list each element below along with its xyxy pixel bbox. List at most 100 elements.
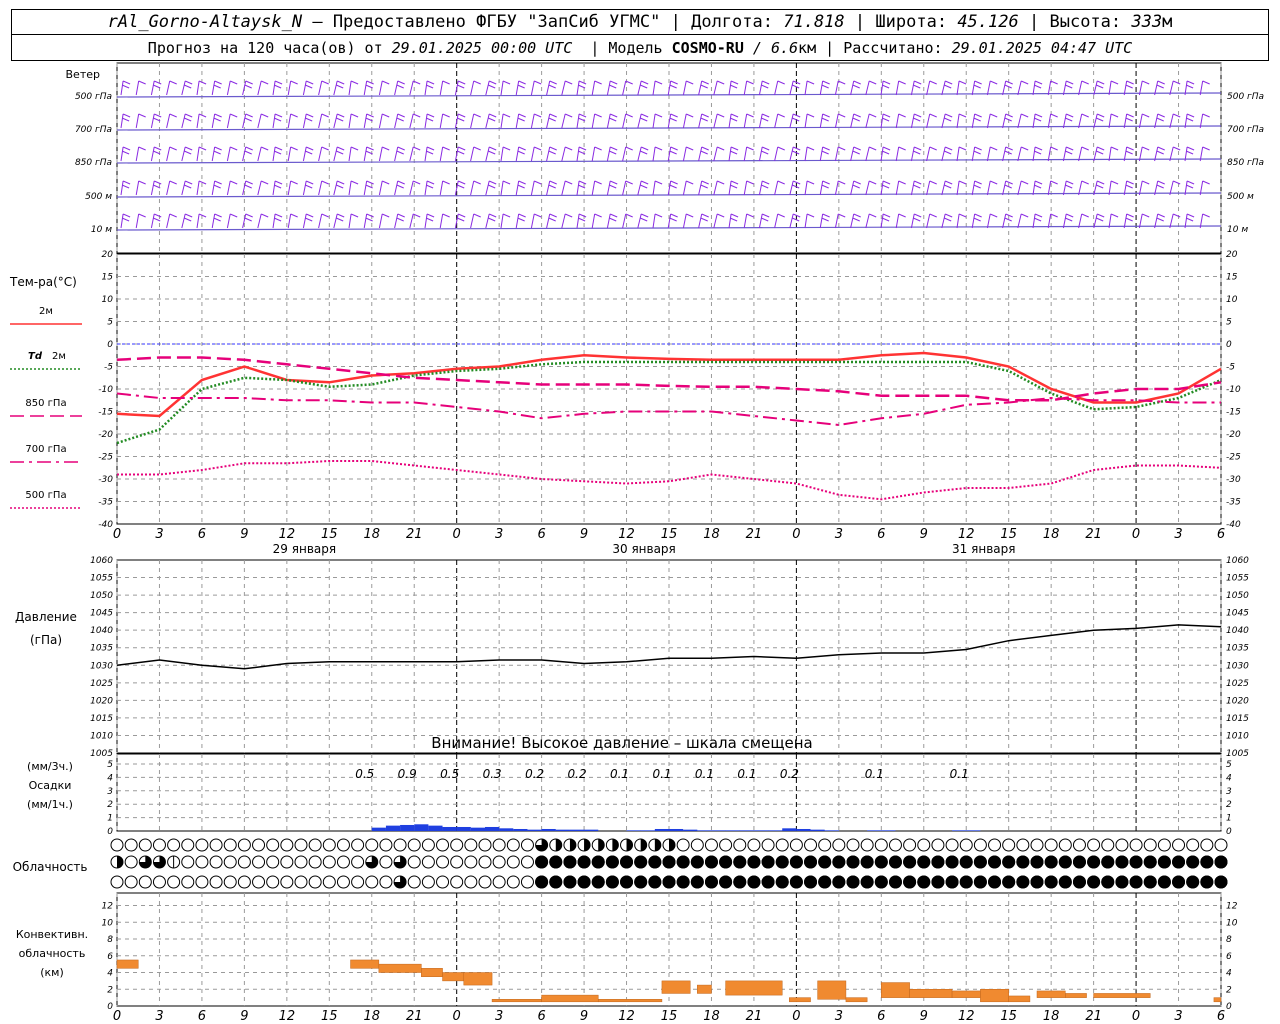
wind-barb-staff bbox=[546, 213, 551, 229]
wind-barb-flag bbox=[1021, 146, 1029, 151]
wind-barb-staff bbox=[850, 113, 855, 129]
cloud-cover-symbol bbox=[492, 855, 506, 869]
cloud-symbol-outline bbox=[1002, 838, 1016, 852]
wind-barb-flag bbox=[184, 150, 192, 155]
pressure-panel-ytick-right: 1030 bbox=[1226, 661, 1249, 671]
cloud-symbol-outline bbox=[167, 875, 181, 889]
precip-bar bbox=[584, 829, 599, 831]
cloud-cover-symbol bbox=[252, 855, 266, 869]
cloud-symbol-fill bbox=[577, 875, 591, 889]
cloud-cover-symbol bbox=[620, 838, 634, 852]
wind-barb-staff bbox=[652, 146, 656, 162]
wind-barb-staff bbox=[971, 146, 976, 162]
wind-barb-staff bbox=[758, 80, 763, 96]
cloud-cover-symbol bbox=[634, 875, 648, 889]
wind-barb-flag bbox=[244, 84, 252, 89]
conv-axis-hour-label: 3 bbox=[1174, 1009, 1182, 1024]
cloud-cover-symbol bbox=[789, 838, 803, 852]
wind-barb-flag bbox=[122, 213, 131, 218]
wind-barb-staff bbox=[1017, 180, 1022, 196]
wind-barb-flag bbox=[746, 80, 754, 85]
wind-barb-flag bbox=[670, 80, 678, 85]
wind-barb-flag bbox=[578, 113, 587, 118]
wind-barb-flag bbox=[914, 80, 922, 85]
pressure-panel-ytick-left: 1020 bbox=[90, 696, 113, 706]
wind-barb-flag bbox=[154, 213, 162, 218]
wind-barb-flag bbox=[534, 213, 542, 218]
wind-barb-flag bbox=[1157, 80, 1165, 85]
wind-barb-flag bbox=[457, 117, 465, 122]
wind-barb-staff bbox=[485, 113, 490, 129]
wind-barb bbox=[1062, 213, 1074, 229]
wind-barb bbox=[850, 180, 861, 196]
cloud-cover-symbol bbox=[1101, 875, 1115, 889]
wind-barb-staff bbox=[682, 213, 687, 229]
conv-panel-ytick-right: 10 bbox=[1226, 918, 1238, 928]
wind-barb-staff bbox=[637, 180, 642, 196]
temp-axis-hour-label: 15 bbox=[1000, 527, 1017, 542]
wind-barb-flag bbox=[1050, 113, 1058, 118]
wind-barb-staff bbox=[515, 180, 520, 196]
cloud-cover-symbol bbox=[662, 855, 676, 869]
wind-barb-flag bbox=[336, 150, 344, 155]
precip-3h-total: 0.5 bbox=[440, 767, 459, 781]
wind-barb-staff bbox=[1047, 180, 1052, 196]
conv-cloud-bar bbox=[1213, 997, 1222, 1003]
conv-axis-hour-label: 0 bbox=[113, 1009, 121, 1024]
wind-barb-flag bbox=[413, 113, 421, 118]
wind-barb bbox=[986, 180, 998, 196]
wind-barb bbox=[302, 180, 314, 196]
wind-barb bbox=[561, 213, 573, 229]
cloud-symbol-fill bbox=[591, 875, 605, 889]
wind-barb-staff bbox=[348, 180, 352, 196]
wind-barb-staff bbox=[318, 180, 323, 196]
cloud-cover-symbol bbox=[832, 855, 846, 869]
wind-barb bbox=[606, 113, 618, 129]
conv-axis-hour-label: 15 bbox=[661, 1009, 678, 1024]
wind-barb bbox=[515, 113, 526, 129]
wind-barb-flag bbox=[245, 80, 253, 85]
wind-barb-staff bbox=[941, 80, 946, 96]
wind-barb-staff bbox=[135, 146, 140, 162]
cloud-cover-symbol bbox=[945, 875, 959, 889]
wind-barb-flag bbox=[1126, 80, 1134, 85]
conv-cloud-bar bbox=[789, 997, 811, 1003]
wind-barb-flag bbox=[425, 184, 434, 189]
cloud-symbol-outline bbox=[903, 838, 917, 852]
cloud-symbol-fill bbox=[662, 875, 676, 889]
wind-barb-flag bbox=[1185, 184, 1194, 189]
cloud-cover-symbol bbox=[917, 855, 931, 869]
cloud-symbol-fill bbox=[832, 875, 846, 889]
wind-barb-flag bbox=[290, 213, 298, 218]
cloud-cover-symbol bbox=[379, 855, 393, 869]
cloud-symbol-fill bbox=[704, 855, 718, 869]
wind-barb bbox=[591, 213, 602, 229]
wind-barb bbox=[910, 146, 922, 162]
wind-barb bbox=[333, 213, 345, 229]
conv-cloud-bar bbox=[463, 972, 493, 986]
wind-barb bbox=[850, 213, 861, 229]
wind-barb-staff bbox=[485, 180, 490, 196]
wind-barb-flag bbox=[274, 146, 283, 151]
wind-barb-flag bbox=[382, 213, 390, 218]
wind-barb-staff bbox=[561, 213, 566, 229]
wind-barb-staff bbox=[758, 213, 763, 229]
cloud-symbol-outline bbox=[761, 838, 775, 852]
conv-axis-hour-label: 3 bbox=[155, 1009, 163, 1024]
cloud-symbol-fill bbox=[747, 875, 761, 889]
cloud-cover-symbol bbox=[450, 875, 464, 889]
wind-barb-flag bbox=[821, 150, 829, 155]
wind-barb-flag bbox=[1125, 150, 1133, 155]
wind-barb-flag bbox=[274, 80, 283, 85]
wind-barb-flag bbox=[1125, 217, 1133, 222]
wind-barb-flag bbox=[944, 217, 952, 222]
wind-barb-staff bbox=[591, 180, 596, 196]
wind-barb-flag bbox=[517, 84, 525, 89]
wind-barb-staff bbox=[135, 213, 140, 229]
wind-barb bbox=[743, 80, 754, 96]
wind-barb-staff bbox=[272, 113, 276, 129]
cloud-symbol-outline bbox=[520, 855, 534, 869]
wind-barb-staff bbox=[409, 180, 414, 196]
wind-barb-staff bbox=[287, 113, 292, 129]
wind-barb-flag bbox=[746, 180, 754, 185]
